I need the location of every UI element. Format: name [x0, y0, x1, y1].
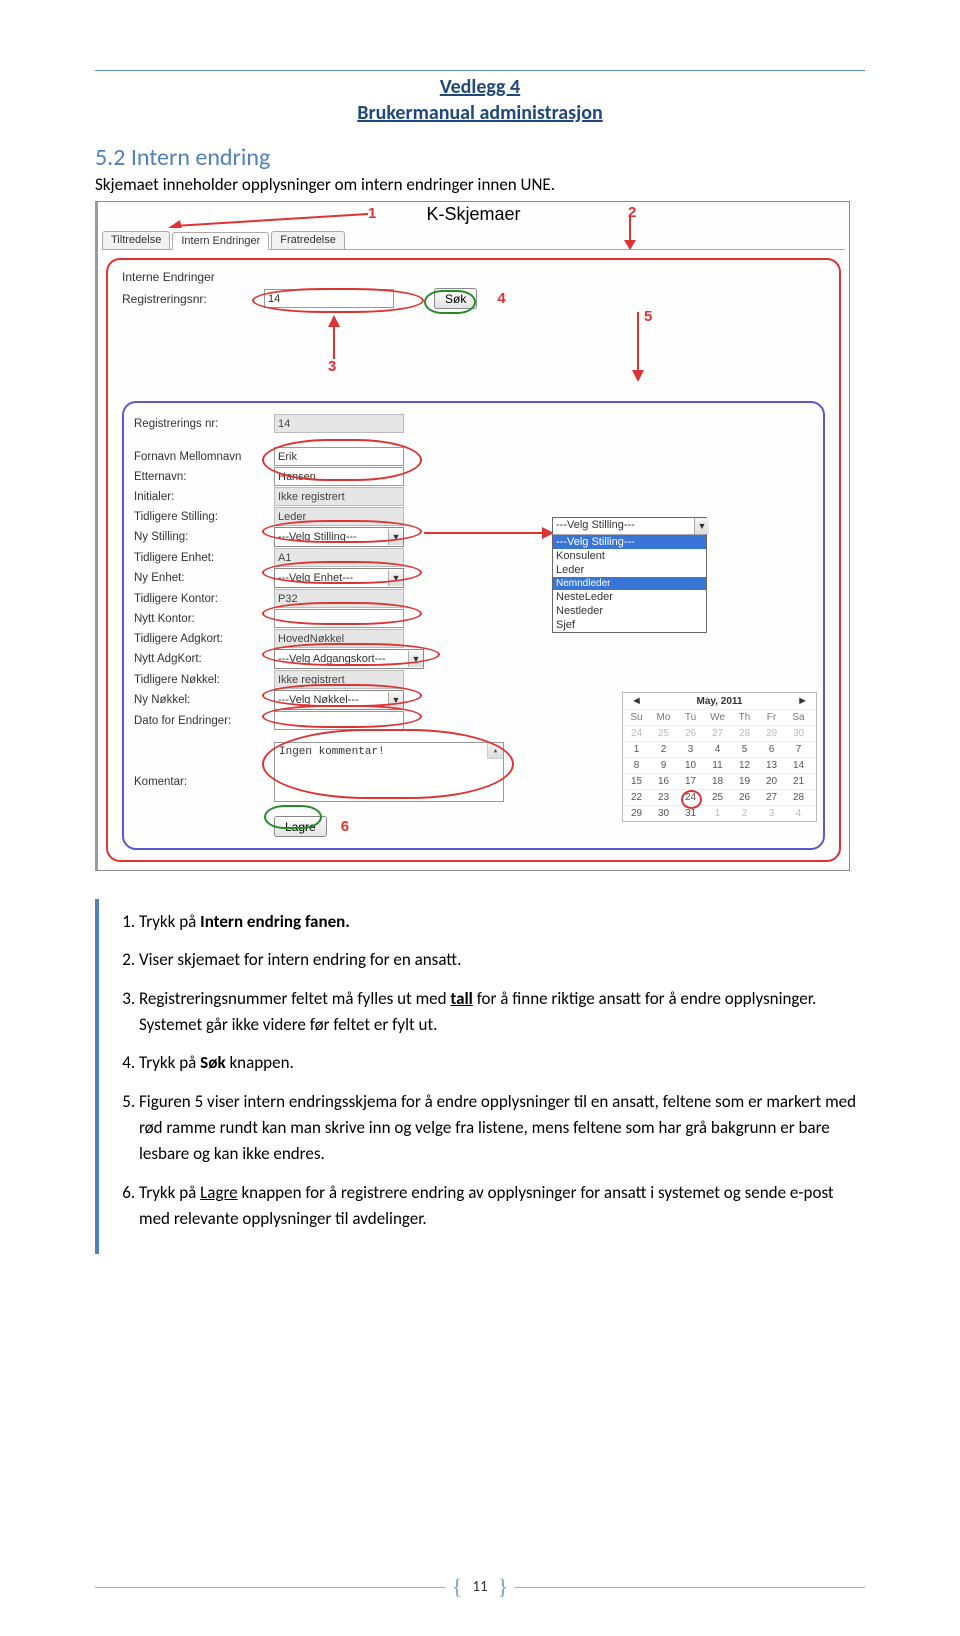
regnr-input[interactable]: 14	[264, 289, 394, 308]
dato-label: Dato for Endringer:	[134, 715, 274, 727]
chevron-down-icon: ▼	[408, 651, 423, 667]
header-subtitle: Brukermanual administrasjon	[95, 101, 865, 125]
initialer-label: Initialer:	[134, 491, 274, 503]
tidlenhet-field: A1	[274, 548, 404, 567]
instruction-item: Trykk på Søk knappen.	[139, 1050, 865, 1076]
outer-form-panel: Interne Endringer Registreringsnr: 14 Sø…	[106, 258, 841, 862]
tab-fratredelse[interactable]: Fratredelse	[271, 231, 345, 249]
bracket-left-icon: {	[446, 1574, 469, 1600]
chevron-down-icon: ▼	[388, 529, 403, 545]
annotation-6: 6	[341, 818, 349, 835]
tidlkontor-label: Tidligere Kontor:	[134, 593, 274, 605]
scroll-up-icon[interactable]: ▴	[487, 743, 503, 759]
dropdown-option[interactable]: Konsulent	[553, 549, 706, 563]
nyttkontor-label: Nytt Kontor:	[134, 613, 274, 625]
section-heading: 5.2 Intern endring	[95, 143, 865, 172]
fornavn-field[interactable]: Erik	[274, 447, 404, 466]
calendar-next-icon[interactable]: ►	[793, 695, 812, 707]
nyenhet-select[interactable]: ---Velg Enhet---▼	[274, 568, 404, 588]
komentar-textarea[interactable]: Ingen kommentar! ▴	[274, 742, 504, 802]
chevron-down-icon: ▼	[388, 692, 403, 708]
tidlkontor-field: P32	[274, 589, 404, 608]
header-rule	[95, 70, 865, 71]
tidlstilling-field: Leder	[274, 507, 404, 526]
dropdown-option[interactable]: Sjef	[553, 618, 706, 632]
calendar-prev-icon[interactable]: ◄	[627, 695, 646, 707]
instruction-item: Viser skjemaet for intern endring for en…	[139, 947, 865, 973]
dropdown-option[interactable]: ---Velg Stilling---	[553, 535, 706, 549]
screenshot-title: K-Skjemaer	[98, 202, 849, 231]
tidlstilling-label: Tidligere Stilling:	[134, 511, 274, 523]
tidlnokkel-label: Tidligere Nøkkel:	[134, 674, 274, 686]
chevron-down-icon[interactable]: ▼	[694, 518, 709, 534]
calendar-popup: ◄ May, 2011 ► SuMoTuWeThFrSa 24252627282…	[622, 692, 817, 822]
tabs-row: Tiltredelse Intern Endringer Fratredelse	[98, 231, 849, 249]
chevron-down-icon: ▼	[388, 570, 403, 586]
regnr-label: Registreringsnr:	[122, 292, 264, 306]
tidlenhet-label: Tidligere Enhet:	[134, 552, 274, 564]
stilling-dropdown-popup: ---Velg Stilling---▼ ---Velg Stilling---…	[552, 517, 707, 633]
annotation-4: 4	[497, 290, 505, 307]
instruction-item: Figuren 5 viser intern endringsskjema fo…	[139, 1089, 865, 1168]
regnr2-label: Registrerings nr:	[134, 418, 274, 430]
inner-form-panel: Registrerings nr:14 Fornavn MellomnavnEr…	[122, 401, 825, 850]
nystilling-select[interactable]: ---Velg Stilling---▼	[274, 527, 404, 547]
tidladgkort-label: Tidligere Adgkort:	[134, 633, 274, 645]
dropdown-option[interactable]: NesteLeder	[553, 590, 706, 604]
fornavn-label: Fornavn Mellomnavn	[134, 451, 274, 463]
header-title: Vedlegg 4	[95, 75, 865, 99]
nyenhet-label: Ny Enhet:	[134, 572, 274, 584]
bracket-right-icon: }	[492, 1574, 515, 1600]
etternavn-field[interactable]: Hansen	[274, 467, 404, 486]
instruction-item: Trykk på Intern endring fanen.	[139, 909, 865, 935]
instructions-block: Trykk på Intern endring fanen. Viser skj…	[95, 899, 865, 1254]
komentar-label: Komentar:	[134, 742, 274, 788]
page-footer: { 11 }	[0, 1574, 960, 1600]
dropdown-option[interactable]: Nemndleder	[553, 577, 706, 590]
tidlnokkel-field: Ikke registrert	[274, 670, 404, 689]
nyttadgkort-label: Nytt AdgKort:	[134, 653, 274, 665]
lagre-button[interactable]: Lagre	[274, 816, 327, 837]
etternavn-label: Etternavn:	[134, 471, 274, 483]
tab-tiltredelse[interactable]: Tiltredelse	[102, 231, 170, 249]
panel-heading: Interne Endringer	[122, 270, 825, 284]
nyttadgkort-select[interactable]: ---Velg Adgangskort---▼	[274, 649, 424, 669]
screenshot-panel: K-Skjemaer 1 2 Tiltredelse Intern Endrin…	[95, 201, 850, 871]
dropdown-option[interactable]: Nestleder	[553, 604, 706, 618]
section-intro: Skjemaet inneholder opplysninger om inte…	[95, 174, 865, 195]
nyttkontor-field[interactable]	[274, 609, 404, 628]
tab-intern-endringer[interactable]: Intern Endringer	[172, 232, 269, 250]
page-number: 11	[468, 1578, 491, 1596]
instruction-item: Trykk på Lagre knappen for å registrere …	[139, 1180, 865, 1233]
sok-button[interactable]: Søk	[434, 288, 477, 309]
tidladgkort-field: HovedNøkkel	[274, 629, 404, 648]
dato-field[interactable]	[274, 711, 404, 730]
nystilling-label: Ny Stilling:	[134, 531, 274, 543]
calendar-title: May, 2011	[697, 696, 743, 707]
instruction-item: Registreringsnummer feltet må fylles ut …	[139, 986, 865, 1039]
dropdown-option[interactable]: Leder	[553, 563, 706, 577]
nynokkel-label: Ny Nøkkel:	[134, 694, 274, 706]
initialer-field: Ikke registrert	[274, 487, 404, 506]
nynokkel-select[interactable]: ---Velg Nøkkel---▼	[274, 690, 404, 710]
regnr2-field: 14	[274, 414, 404, 433]
